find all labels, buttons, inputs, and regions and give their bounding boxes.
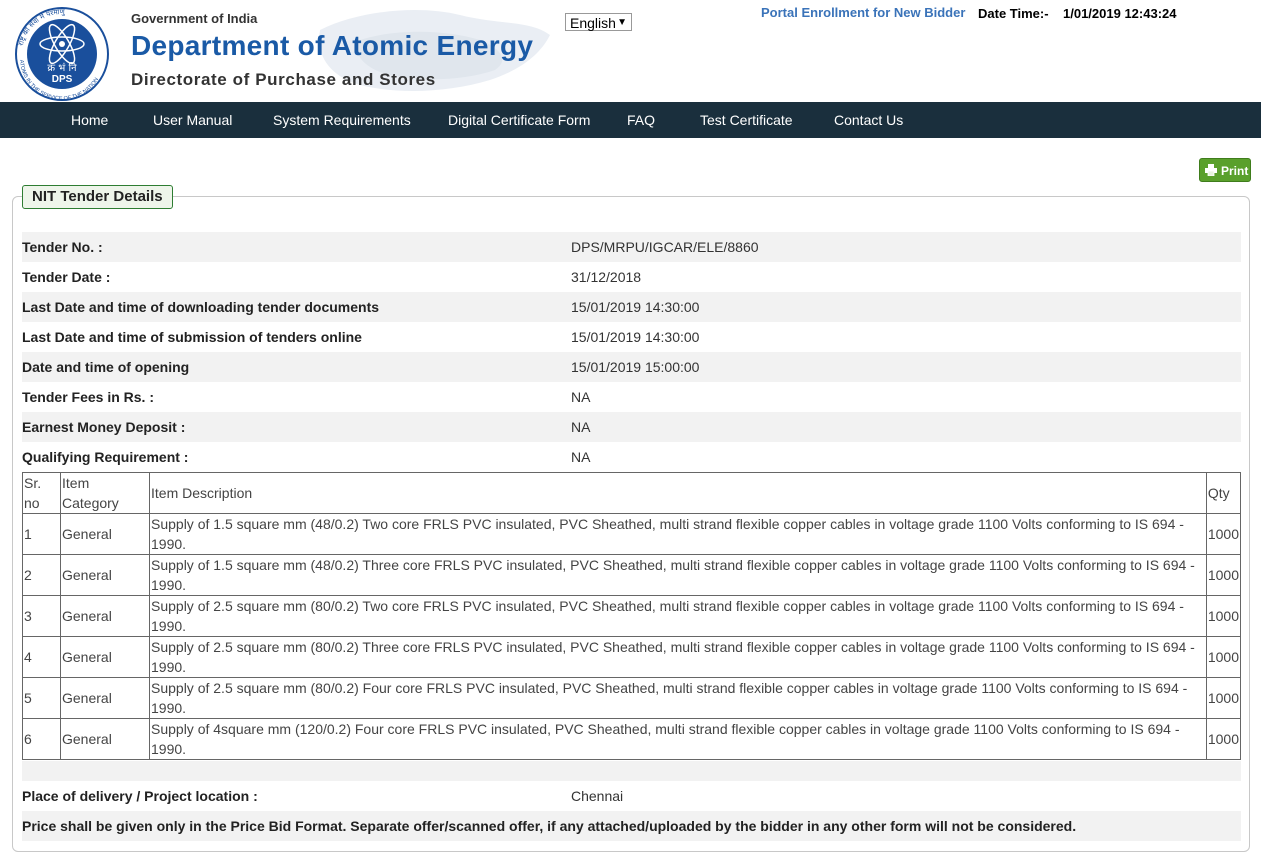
cell-category: General [60,636,150,678]
cell-sr-no: 2 [22,554,61,596]
cell-description: Supply of 2.5 square mm (80/0.2) Two cor… [149,595,1207,637]
detail-label: Date and time of opening [22,359,190,375]
enroll-new-bidder-link[interactable]: Portal Enrollment for New Bidder [761,5,965,20]
table-row: 4 General Supply of 2.5 square mm (80/0.… [22,636,1242,678]
detail-row-tender-no: Tender No. : DPS/MRPU/IGCAR/ELE/8860 [22,232,1241,262]
cell-sr-no: 6 [22,718,61,760]
detail-value: 15/01/2019 15:00:00 [571,359,700,375]
detail-row-emd: Earnest Money Deposit : NA [22,412,1241,442]
cell-description: Supply of 2.5 square mm (80/0.2) Three c… [149,636,1207,678]
printer-icon [1205,164,1217,176]
table-row: 6 General Supply of 4square mm (120/0.2)… [22,718,1242,760]
detail-row-opening: Date and time of opening 15/01/2019 15:0… [22,352,1241,382]
svg-text:क्र भं नि: क्र भं नि [47,62,77,74]
spacer-row [22,761,1241,781]
nav-test-certificate[interactable]: Test Certificate [700,102,793,138]
cell-qty: 1000 [1205,718,1242,760]
col-header-qty: Qty [1205,472,1242,514]
print-button[interactable]: Print [1199,158,1251,182]
cell-description: Supply of 4square mm (120/0.2) Four core… [149,718,1207,760]
cell-qty: 1000 [1205,595,1242,637]
detail-value: 15/01/2019 14:30:00 [571,329,700,345]
price-bid-note: Price shall be given only in the Price B… [22,811,1241,841]
cell-sr-no: 1 [22,513,61,555]
detail-label: Last Date and time of submission of tend… [22,329,362,345]
cell-qty: 1000 [1205,636,1242,678]
language-select-value: English [570,15,616,31]
cell-description: Supply of 1.5 square mm (48/0.2) Three c… [149,554,1207,596]
directorate-subtitle: Directorate of Purchase and Stores [131,70,436,89]
detail-label: Tender Fees in Rs. : [22,389,154,405]
nav-user-manual[interactable]: User Manual [153,102,232,138]
print-label: Print [1221,164,1249,178]
table-row: 3 General Supply of 2.5 square mm (80/0.… [22,595,1242,637]
dropdown-arrow-icon: ▼ [617,17,627,28]
detail-value: DPS/MRPU/IGCAR/ELE/8860 [571,239,759,255]
main-nav: Home User Manual System Requirements Dig… [0,102,1261,138]
detail-label: Earnest Money Deposit : [22,419,186,435]
svg-text:DPS: DPS [52,74,73,85]
government-of-india-text: Government of India [131,11,258,26]
detail-row-tender-fees: Tender Fees in Rs. : NA [22,382,1241,412]
detail-value: 31/12/2018 [571,269,642,285]
cell-sr-no: 5 [22,677,61,719]
department-title: Department of Atomic Energy [131,30,534,61]
detail-label: Tender No. : [22,239,103,255]
nav-system-requirements[interactable]: System Requirements [273,102,411,138]
cell-qty: 1000 [1205,554,1242,596]
detail-value: NA [571,389,591,405]
detail-label: Last Date and time of downloading tender… [22,299,380,315]
detail-value: NA [571,449,591,465]
detail-label: Tender Date : [22,269,111,285]
col-header-sr-no: Sr. no [22,472,61,514]
items-table-header: Sr. no Item Category Item Description Qt… [22,472,1242,514]
cell-category: General [60,718,150,760]
cell-category: General [60,513,150,555]
detail-value: Chennai [571,788,624,804]
cell-description: Supply of 2.5 square mm (80/0.2) Four co… [149,677,1207,719]
detail-label: Qualifying Requirement : [22,449,189,465]
detail-row-tender-date: Tender Date : 31/12/2018 [22,262,1241,292]
datetime-value: 1/01/2019 12:43:24 [1063,6,1177,21]
col-header-category: Item Category [60,472,150,514]
table-row: 5 General Supply of 2.5 square mm (80/0.… [22,677,1242,719]
table-row: 1 General Supply of 1.5 square mm (48/0.… [22,513,1242,555]
detail-value: NA [571,419,591,435]
detail-row-qualifying-requirement: Qualifying Requirement : NA [22,442,1241,472]
language-select[interactable]: English ▼ [565,13,632,31]
dps-logo: क्र भं नि DPS राष्ट्र की सेवा में परमाणु… [15,7,109,102]
detail-row-submission-deadline: Last Date and time of submission of tend… [22,322,1241,352]
table-row: 2 General Supply of 1.5 square mm (48/0.… [22,554,1242,596]
cell-sr-no: 4 [22,636,61,678]
nav-contact-us[interactable]: Contact Us [834,102,903,138]
nav-faq[interactable]: FAQ [627,102,655,138]
cell-category: General [60,595,150,637]
site-header: क्र भं नि DPS राष्ट्र की सेवा में परमाणु… [0,0,1261,102]
cell-description: Supply of 1.5 square mm (48/0.2) Two cor… [149,513,1207,555]
nav-home[interactable]: Home [71,102,108,138]
cell-qty: 1000 [1205,677,1242,719]
cell-category: General [60,554,150,596]
detail-row-download-deadline: Last Date and time of downloading tender… [22,292,1241,322]
cell-sr-no: 3 [22,595,61,637]
nav-digital-certificate-form[interactable]: Digital Certificate Form [448,102,590,138]
datetime-label: Date Time:- [978,6,1049,21]
section-title: NIT Tender Details [22,185,173,209]
detail-value: 15/01/2019 14:30:00 [571,299,700,315]
cell-qty: 1000 [1205,513,1242,555]
cell-category: General [60,677,150,719]
items-table: Sr. no Item Category Item Description Qt… [22,472,1242,760]
detail-row-delivery: Place of delivery / Project location : C… [22,781,1241,811]
col-header-description: Item Description [149,472,1207,514]
detail-label: Place of delivery / Project location : [22,788,258,804]
